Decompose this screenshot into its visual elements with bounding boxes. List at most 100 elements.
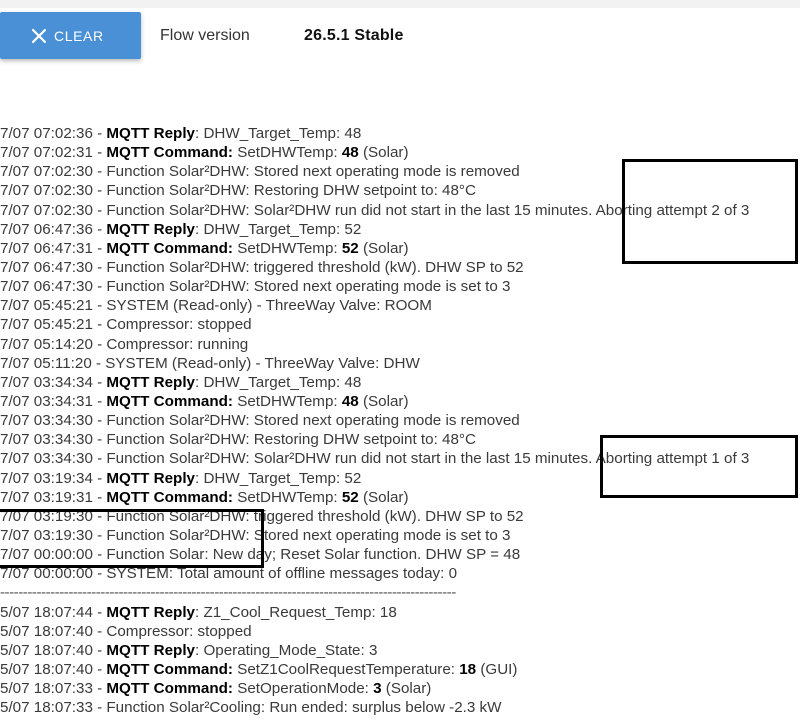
log-keyword: MQTT Command: — [106, 488, 233, 506]
log-keyword: 48 — [341, 392, 359, 410]
log-text: 7/07 00:00:00 - SYSTEM: Total amount of … — [0, 565, 458, 583]
log-text: 7/07 06:47:30 - Function Solar²DHW: Stor… — [0, 278, 511, 296]
log-line: 7/07 05:45:21 - Compressor: stopped — [0, 315, 800, 334]
log-text: SetZ1CoolRequestTemperature: — [232, 660, 460, 678]
log-line: 7/07 03:19:34 - MQTT Reply: DHW_Target_T… — [0, 469, 800, 488]
log-text: 7/07 03:34:30 - Function Solar²DHW: Stor… — [0, 412, 520, 430]
log-line: 7/07 06:47:30 - Function Solar²DHW: Stor… — [0, 277, 800, 296]
log-text: 7/07 05:45:21 - SYSTEM (Read-only) - Thr… — [0, 297, 432, 315]
log-text: 5/07 18:07:40 - Compressor: stopped — [0, 622, 252, 640]
log-keyword: MQTT Command: — [106, 239, 233, 257]
log-keyword: MQTT Reply — [106, 603, 196, 621]
log-text: 7/07 03:19:30 - Function Solar²DHW: trig… — [0, 507, 524, 525]
log-line: 7/07 06:47:31 - MQTT Command: SetDHWTemp… — [0, 239, 800, 258]
log-line: 7/07 03:34:30 - Function Solar²DHW: Sola… — [0, 449, 800, 468]
log-text: (Solar) — [358, 239, 409, 257]
log-text: 7/07 03:19:31 - — [0, 488, 107, 506]
log-text: 7/07 03:34:30 - Function Solar²DHW: Rest… — [0, 431, 476, 449]
log-text: : DHW_Target_Temp: 52 — [195, 469, 362, 487]
log-keyword: MQTT Reply — [106, 125, 196, 142]
log-keyword: MQTT Reply — [106, 641, 196, 659]
log-line: 7/07 03:34:31 - MQTT Command: SetDHWTemp… — [0, 392, 800, 411]
log-line: 7/07 00:00:00 - Function Solar: New day;… — [0, 545, 800, 564]
log-text: : Z1_Cool_Request_Temp: 18 — [195, 603, 397, 621]
log-text: SetDHWTemp: — [232, 144, 342, 162]
log-text: 7/07 07:02:31 - — [0, 144, 107, 162]
flow-version-value: 26.5.1 Stable — [304, 27, 404, 44]
log-text: 7/07 05:14:20 - Compressor: running — [0, 335, 249, 353]
log-text: 7/07 03:19:30 - Function Solar²DHW: Stor… — [0, 526, 511, 544]
log-text: : DHW_Target_Temp: 52 — [195, 220, 362, 238]
log-text: 7/07 05:11:20 - SYSTEM (Read-only) - Thr… — [0, 354, 420, 372]
log-text: 7/07 06:47:36 - — [0, 220, 107, 238]
log-keyword: 18 — [459, 660, 477, 678]
log-text: 5/07 18:07:40 - — [0, 641, 107, 659]
clear-button[interactable]: CLEAR — [0, 12, 141, 59]
log-line: 7/07 07:02:30 - Function Solar²DHW: Rest… — [0, 181, 800, 200]
log-line: 7/07 07:02:30 - Function Solar²DHW: Stor… — [0, 162, 800, 181]
log-keyword: 52 — [341, 239, 359, 257]
log-text: SetDHWTemp: — [232, 488, 342, 506]
log-text: 7/07 07:02:30 - Function Solar²DHW: Sola… — [0, 201, 750, 219]
log-keyword: MQTT Reply — [106, 469, 196, 487]
log-keyword: MQTT Reply — [106, 373, 196, 391]
log-text: 7/07 03:34:30 - Function Solar²DHW: Sola… — [0, 450, 750, 468]
log-text: 7/07 03:34:34 - — [0, 373, 107, 391]
log-keyword: MQTT Command: — [106, 680, 233, 698]
log-line: 7/07 07:02:31 - MQTT Command: SetDHWTemp… — [0, 143, 800, 162]
log-text: 7/07 00:00:00 - Function Solar: New day;… — [0, 546, 521, 564]
log-line: 7/07 05:14:20 - Compressor: running — [0, 335, 800, 354]
top-divider — [0, 0, 800, 8]
log-line: 5/07 18:07:40 - MQTT Command: SetZ1CoolR… — [0, 660, 800, 679]
log-line: 7/07 03:34:30 - Function Solar²DHW: Rest… — [0, 430, 800, 449]
log-line: 7/07 06:47:30 - Function Solar²DHW: trig… — [0, 258, 800, 277]
log-line: 7/07 03:19:31 - MQTT Command: SetDHWTemp… — [0, 488, 800, 507]
log-text: 5/07 18:07:40 - — [0, 660, 107, 678]
log-keyword: 48 — [341, 144, 359, 162]
log-line: 7/07 03:19:30 - Function Solar²DHW: trig… — [0, 507, 800, 526]
log-text: : DHW_Target_Temp: 48 — [195, 125, 362, 142]
close-icon — [31, 28, 47, 43]
log-text: 7/07 03:19:34 - — [0, 469, 107, 487]
log-text: 5/07 18:07:33 - — [0, 680, 107, 698]
log-text: 5/07 18:07:33 - Function Solar²Cooling: … — [0, 699, 502, 717]
log-text: 7/07 07:02:36 - — [0, 125, 107, 142]
flow-version-label: Flow version — [160, 27, 250, 44]
log-text: 7/07 05:45:21 - Compressor: stopped — [0, 316, 252, 334]
log-keyword: 52 — [341, 488, 359, 506]
log-text: : Operating_Mode_State: 3 — [195, 641, 378, 659]
log-text: (GUI) — [476, 660, 518, 678]
log-line: 5/07 18:07:40 - MQTT Reply: Operating_Mo… — [0, 641, 800, 660]
log-text: 7/07 06:47:30 - Function Solar²DHW: trig… — [0, 258, 524, 276]
log-line: 7/07 07:02:36 - MQTT Reply: DHW_Target_T… — [0, 124, 800, 143]
log-keyword: MQTT Command: — [106, 144, 233, 162]
log-line: 7/07 05:11:20 - SYSTEM (Read-only) - Thr… — [0, 354, 800, 373]
log-text: 5/07 18:07:44 - — [0, 603, 107, 621]
log-keyword: 3 — [373, 680, 382, 698]
log-text: ----------------------------------------… — [0, 584, 456, 602]
log-keyword: MQTT Command: — [106, 660, 233, 678]
log-keyword: MQTT Command: — [106, 392, 233, 410]
console-log: 7/07 07:02:36 - MQTT Reply: DHW_Target_T… — [0, 124, 800, 717]
log-line: 5/07 18:07:44 - MQTT Reply: Z1_Cool_Requ… — [0, 603, 800, 622]
log-line: 7/07 07:02:30 - Function Solar²DHW: Sola… — [0, 201, 800, 220]
log-text: 7/07 07:02:30 - Function Solar²DHW: Stor… — [0, 163, 520, 181]
log-line: 7/07 03:34:30 - Function Solar²DHW: Stor… — [0, 411, 800, 430]
log-line: 5/07 18:07:40 - Compressor: stopped — [0, 622, 800, 641]
log-line: 7/07 05:45:21 - SYSTEM (Read-only) - Thr… — [0, 296, 800, 315]
log-line: 7/07 00:00:00 - SYSTEM: Total amount of … — [0, 564, 800, 583]
log-separator: ----------------------------------------… — [0, 583, 800, 602]
log-line: 7/07 03:34:34 - MQTT Reply: DHW_Target_T… — [0, 373, 800, 392]
log-text: SetOperationMode: — [232, 680, 374, 698]
log-text: : DHW_Target_Temp: 48 — [195, 373, 362, 391]
clear-button-label: CLEAR — [54, 27, 104, 44]
log-line: 5/07 18:07:33 - MQTT Command: SetOperati… — [0, 679, 800, 698]
log-line: 7/07 06:47:36 - MQTT Reply: DHW_Target_T… — [0, 220, 800, 239]
log-line: 5/07 18:07:33 - Function Solar²Cooling: … — [0, 698, 800, 717]
log-text: 7/07 07:02:30 - Function Solar²DHW: Rest… — [0, 182, 476, 200]
log-text: 7/07 03:34:31 - — [0, 392, 107, 410]
log-text: (Solar) — [358, 392, 409, 410]
log-line: 7/07 03:19:30 - Function Solar²DHW: Stor… — [0, 526, 800, 545]
log-text: (Solar) — [358, 488, 409, 506]
log-text: SetDHWTemp: — [232, 239, 342, 257]
